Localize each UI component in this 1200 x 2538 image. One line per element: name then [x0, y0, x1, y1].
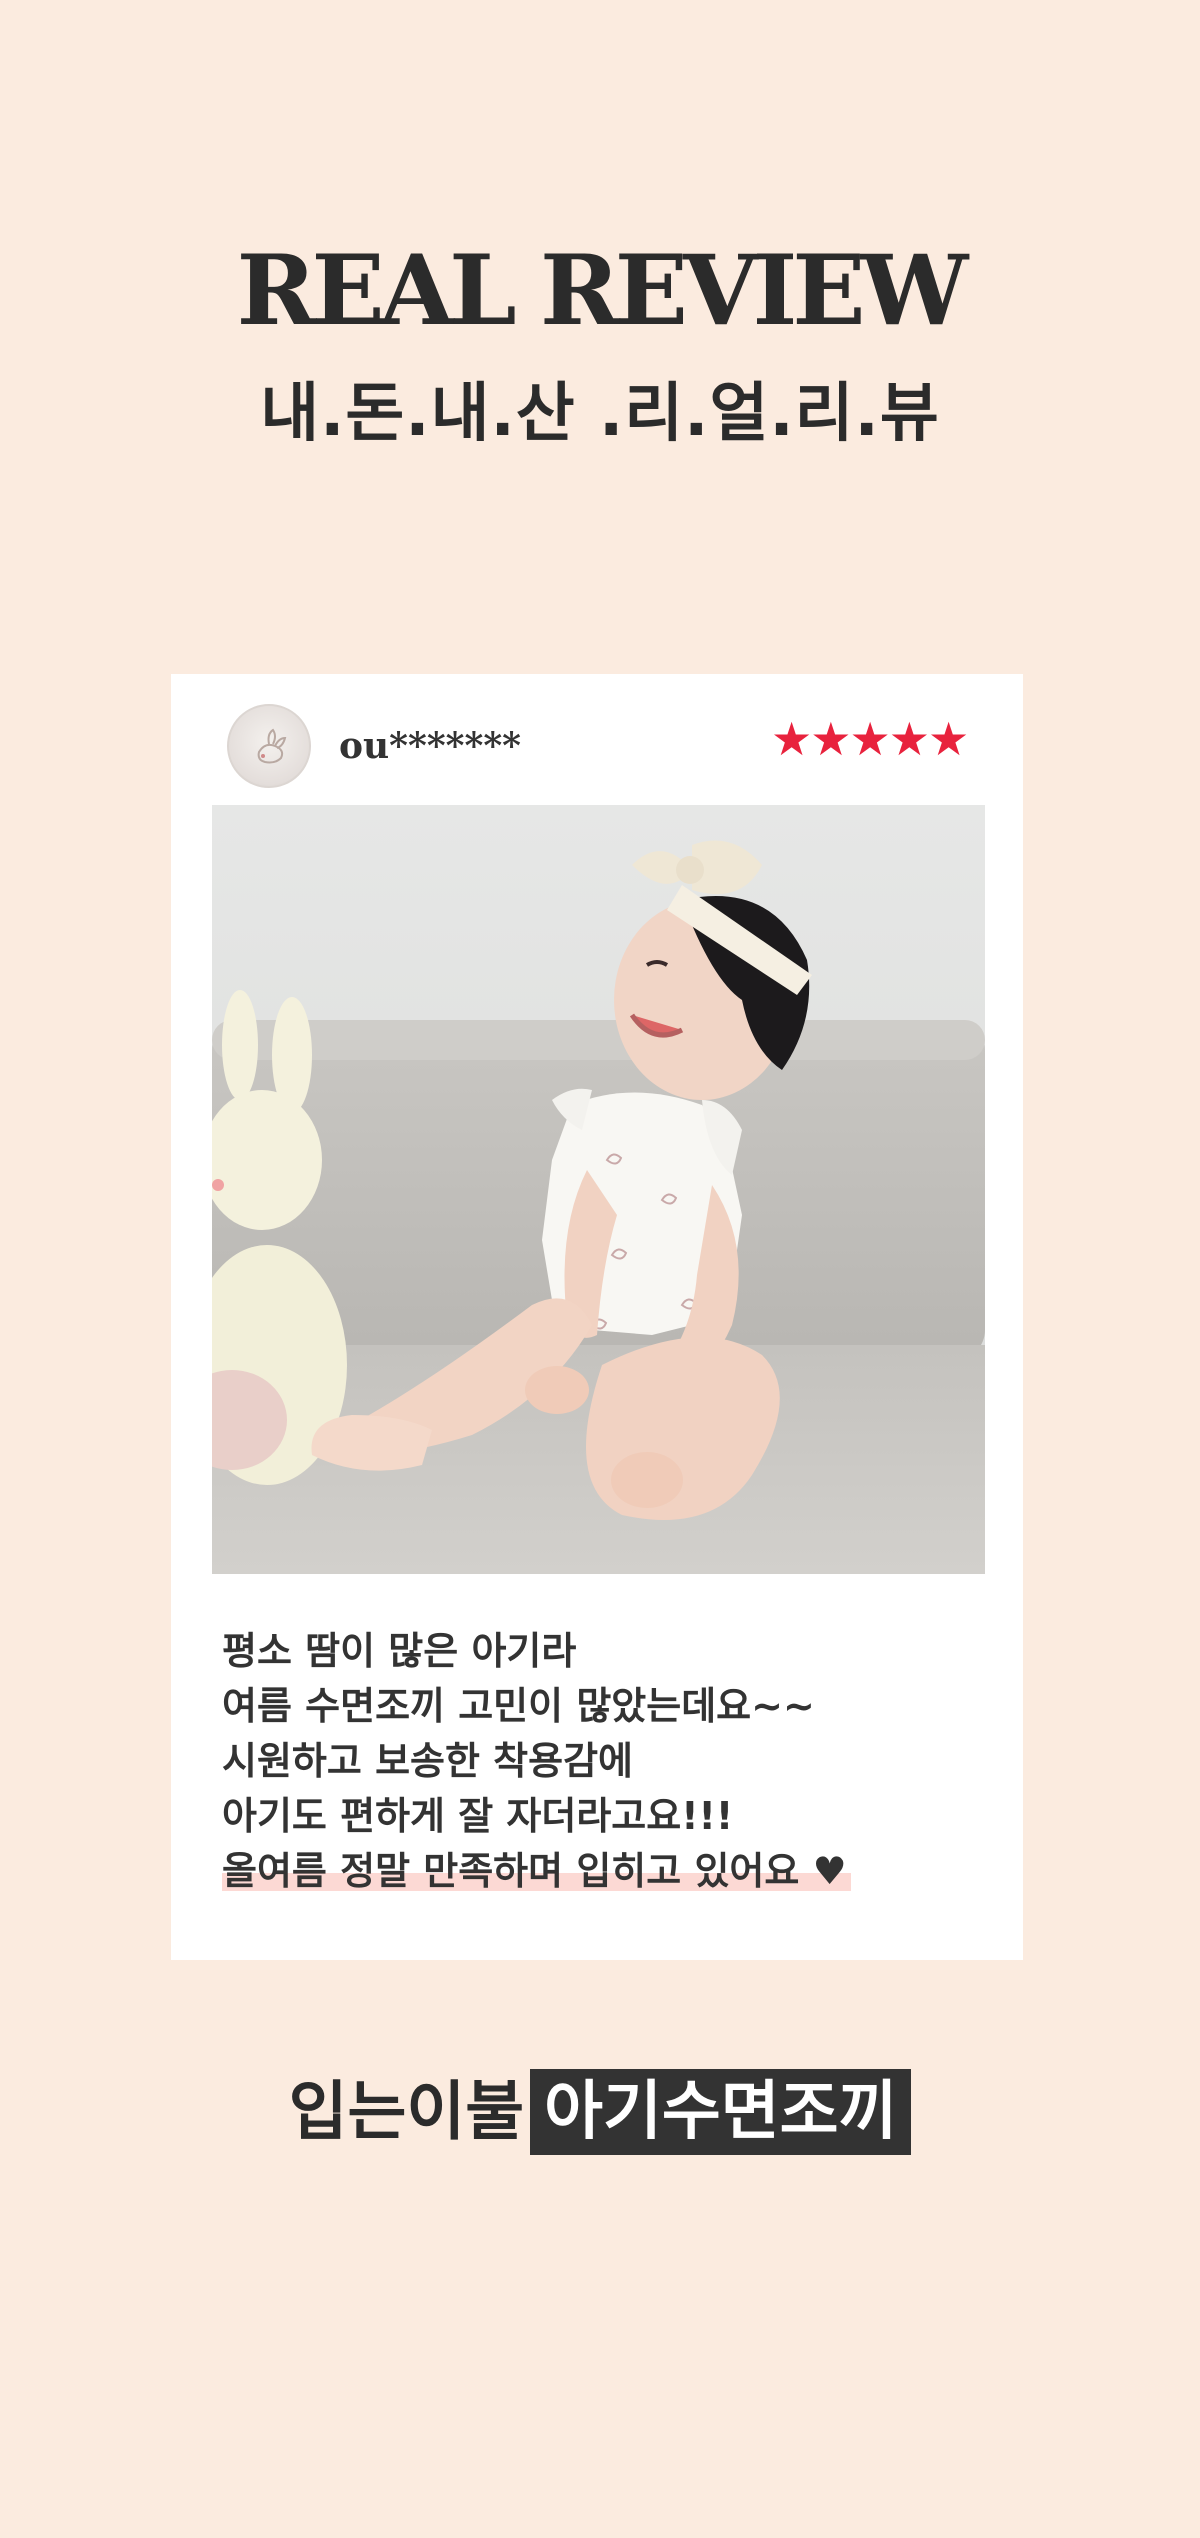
- review-photo: [212, 805, 985, 1574]
- review-line-3: 시원하고 보송한 착용감에: [222, 1739, 634, 1783]
- review-line-1: 평소 땀이 많은 아기라: [222, 1629, 577, 1673]
- header-title: REAL REVIEW: [236, 234, 969, 347]
- avatar: [227, 704, 311, 788]
- review-username: ou*******: [339, 725, 521, 767]
- rating-stars: ★★★★★: [771, 712, 969, 766]
- review-line-2: 여름 수면조끼 고민이 많았는데요~~: [222, 1684, 815, 1728]
- footer-plain-text: 입는이불: [288, 2075, 525, 2150]
- review-line-5: 올여름 정말 만족하며 입히고 있어요: [222, 1849, 800, 1893]
- review-text: 평소 땀이 많은 아기라 여름 수면조끼 고민이 많았는데요~~ 시원하고 보송…: [222, 1624, 851, 1899]
- footer-tagline: 입는이불 아기수면조끼: [0, 2066, 1200, 2156]
- heart-icon: ♥: [812, 1849, 847, 1893]
- bunny-avatar-icon: [257, 728, 287, 764]
- header-subtitle: 내.돈.내.산 .리.얼.리.뷰: [260, 377, 940, 451]
- baby-photo: [212, 805, 985, 1574]
- footer-boxed-text: 아기수면조끼: [530, 2069, 912, 2156]
- review-line-5-highlight: 올여름 정말 만족하며 입히고 있어요 ♥: [222, 1844, 851, 1899]
- review-line-4: 아기도 편하게 잘 자더라고요!!!: [222, 1794, 734, 1838]
- review-card: ou******* ★★★★★ 평소 땀이 많은 아기라 여름 수면조끼 고민이…: [171, 674, 1023, 1960]
